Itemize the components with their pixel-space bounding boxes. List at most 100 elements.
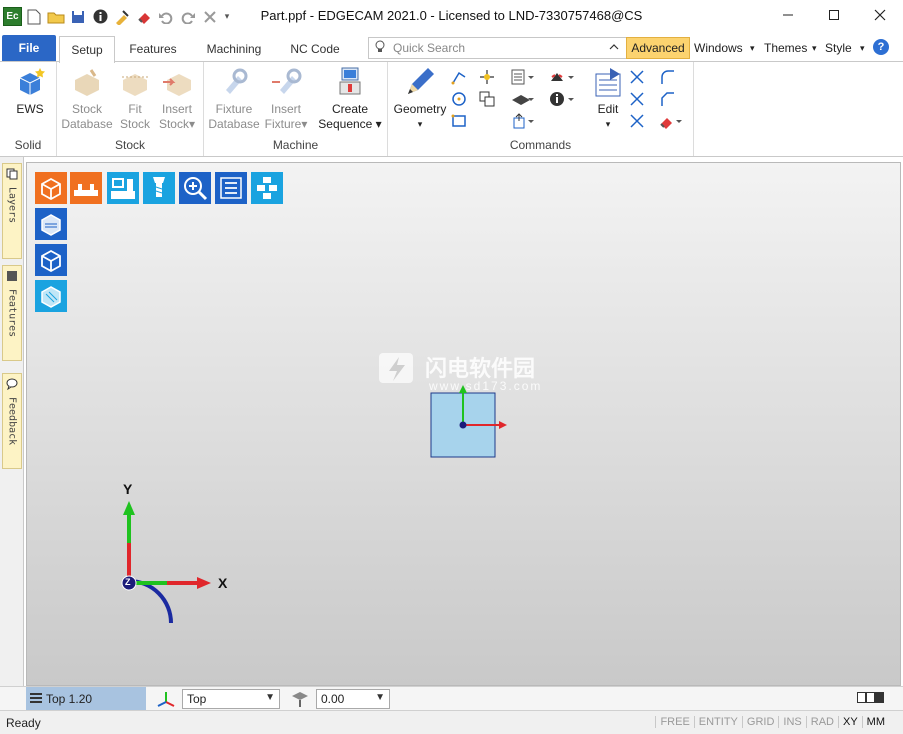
- insert-stock-label-2-wrap: Stock▾: [158, 117, 196, 131]
- fixture-database-label-1: Fixture: [215, 102, 253, 116]
- ribbon-tab-row: File Setup Features Machining NC Code Qu…: [0, 34, 903, 63]
- save-icon[interactable]: [68, 7, 88, 27]
- move-icon[interactable]: [510, 112, 536, 130]
- chamfer-icon[interactable]: [658, 90, 676, 108]
- local-x-arrow-icon: [499, 421, 507, 429]
- create-sequence-label-2: Sequence: [318, 117, 373, 131]
- redo-icon[interactable]: [178, 7, 198, 27]
- status-bar: Ready FREE ENTITY GRID INS RAD XY MM: [0, 710, 903, 734]
- info-icon[interactable]: [90, 7, 110, 27]
- cancel-icon[interactable]: [200, 7, 220, 27]
- tab-machining[interactable]: Machining: [198, 36, 270, 62]
- ews-button[interactable]: EWS: [10, 66, 50, 117]
- break-icon[interactable]: [628, 90, 646, 108]
- geometry-button[interactable]: Geometry ▾: [392, 66, 448, 132]
- file-tab[interactable]: File: [2, 35, 56, 61]
- status-mode-mm[interactable]: MM: [861, 716, 889, 728]
- title-bar: Ec ▾ Part.ppf - EDGECAM 2021.0 - License…: [0, 0, 903, 33]
- help-icon[interactable]: ?: [873, 39, 889, 55]
- tab-features[interactable]: Features: [122, 36, 184, 62]
- erase-icon[interactable]: [134, 7, 154, 27]
- insert-stock-button[interactable]: Insert Stock▾: [155, 66, 199, 132]
- minimize-icon[interactable]: [765, 0, 811, 30]
- point-icon[interactable]: [478, 68, 496, 86]
- clean-icon[interactable]: [112, 7, 132, 27]
- insert-fixture-label-1: Insert: [270, 102, 301, 116]
- view-name-panel[interactable]: Top 1.20: [26, 687, 146, 710]
- close-icon[interactable]: [857, 0, 903, 30]
- tab-setup[interactable]: Setup: [59, 36, 115, 63]
- status-mode-xy[interactable]: XY: [837, 716, 862, 728]
- stock-database-button[interactable]: Stock Database: [61, 66, 113, 132]
- style-menu-caret-icon: ▾: [860, 43, 865, 53]
- quick-search-input[interactable]: Quick Search: [368, 37, 628, 59]
- local-y-arrow-icon: [459, 385, 467, 393]
- tab-nc-code[interactable]: NC Code: [283, 36, 347, 62]
- layout-switch[interactable]: [857, 692, 885, 704]
- create-sequence-button[interactable]: Create Sequence ▾: [318, 66, 382, 132]
- menu-lines-icon: [30, 693, 42, 703]
- cpl-select[interactable]: Top ▼: [182, 689, 280, 709]
- layer-list-icon[interactable]: [510, 68, 536, 86]
- circle-icon[interactable]: [450, 90, 468, 108]
- cpl-axes-icon: [156, 690, 176, 711]
- information-icon[interactable]: [548, 90, 576, 108]
- group-stock: Stock Database Fit Stock Insert Stock▾ S…: [57, 62, 204, 156]
- quick-search-placeholder: Quick Search: [393, 41, 466, 55]
- insert-fixture-label-2: Fixture: [264, 117, 302, 131]
- layers-tab[interactable]: Layers: [2, 163, 22, 259]
- stock-database-label-1: Stock: [71, 102, 102, 116]
- open-icon[interactable]: [46, 7, 66, 27]
- fillet-icon[interactable]: [658, 68, 676, 86]
- insert-fixture-button[interactable]: Insert Fixture▾: [262, 66, 310, 132]
- z-level-select[interactable]: 0.00 ▼: [316, 689, 390, 709]
- app-logo[interactable]: Ec: [3, 7, 22, 26]
- hat-icon[interactable]: [510, 90, 536, 108]
- fixture-database-button[interactable]: Fixture Database: [208, 66, 260, 132]
- windows-menu-caret-icon: ▾: [750, 43, 755, 53]
- edit-button[interactable]: Edit ▾: [588, 66, 628, 132]
- world-y-label: Y: [123, 481, 133, 497]
- group-stock-label: Stock: [114, 138, 145, 152]
- copy-icon[interactable]: [478, 90, 496, 108]
- cpl-select-chevron-down-icon: ▼: [265, 692, 275, 703]
- feedback-tab-label: Feedback: [6, 397, 18, 446]
- collapse-ribbon-icon[interactable]: [606, 37, 622, 57]
- new-icon[interactable]: [24, 7, 44, 27]
- features-tab[interactable]: Features: [2, 265, 22, 361]
- fixture-database-label-2: Database: [208, 117, 260, 131]
- maximize-icon[interactable]: [811, 0, 857, 30]
- pencil-icon: [404, 66, 436, 98]
- style-menu[interactable]: Style: [825, 41, 852, 55]
- status-mode-grid[interactable]: GRID: [741, 716, 779, 728]
- view-name-label: Top 1.20: [46, 691, 93, 706]
- windows-menu[interactable]: Windows: [694, 41, 743, 55]
- erase-entity-icon[interactable]: [658, 112, 684, 130]
- layers-tab-icon: [6, 168, 18, 183]
- undo-icon[interactable]: [156, 7, 176, 27]
- status-mode-rad[interactable]: RAD: [805, 716, 838, 728]
- status-mode-free[interactable]: FREE: [655, 716, 693, 728]
- status-mode-ins[interactable]: INS: [778, 716, 805, 728]
- rectangle-icon[interactable]: [450, 112, 468, 130]
- fixture-database-icon: [218, 66, 250, 98]
- local-origin: [459, 421, 467, 429]
- graphics-viewport[interactable]: 闪电软件园 www.sd173.com Y X Z: [26, 162, 901, 686]
- status-modes: FREE ENTITY GRID INS RAD XY MM: [655, 716, 889, 728]
- feedback-tab[interactable]: Feedback: [2, 373, 22, 469]
- line-icon[interactable]: [450, 68, 468, 86]
- z-level-icon: [290, 690, 310, 711]
- status-mode-entity[interactable]: ENTITY: [693, 716, 742, 728]
- create-sequence-label-2-wrap: Sequence ▾: [318, 117, 382, 131]
- themes-menu[interactable]: Themes: [764, 41, 807, 55]
- advanced-button[interactable]: Advanced: [626, 37, 690, 59]
- themes-menu-caret-icon: ▾: [812, 43, 817, 53]
- customize-icon[interactable]: ▾: [222, 7, 232, 27]
- extend-icon[interactable]: [628, 112, 646, 130]
- view-icon[interactable]: [548, 68, 576, 86]
- trim-icon[interactable]: [628, 68, 646, 86]
- layers-tab-label: Layers: [6, 187, 18, 224]
- create-sequence-label-1: Create: [331, 102, 369, 116]
- fit-stock-button[interactable]: Fit Stock: [115, 66, 155, 132]
- z-level-chevron-down-icon: ▼: [375, 692, 385, 703]
